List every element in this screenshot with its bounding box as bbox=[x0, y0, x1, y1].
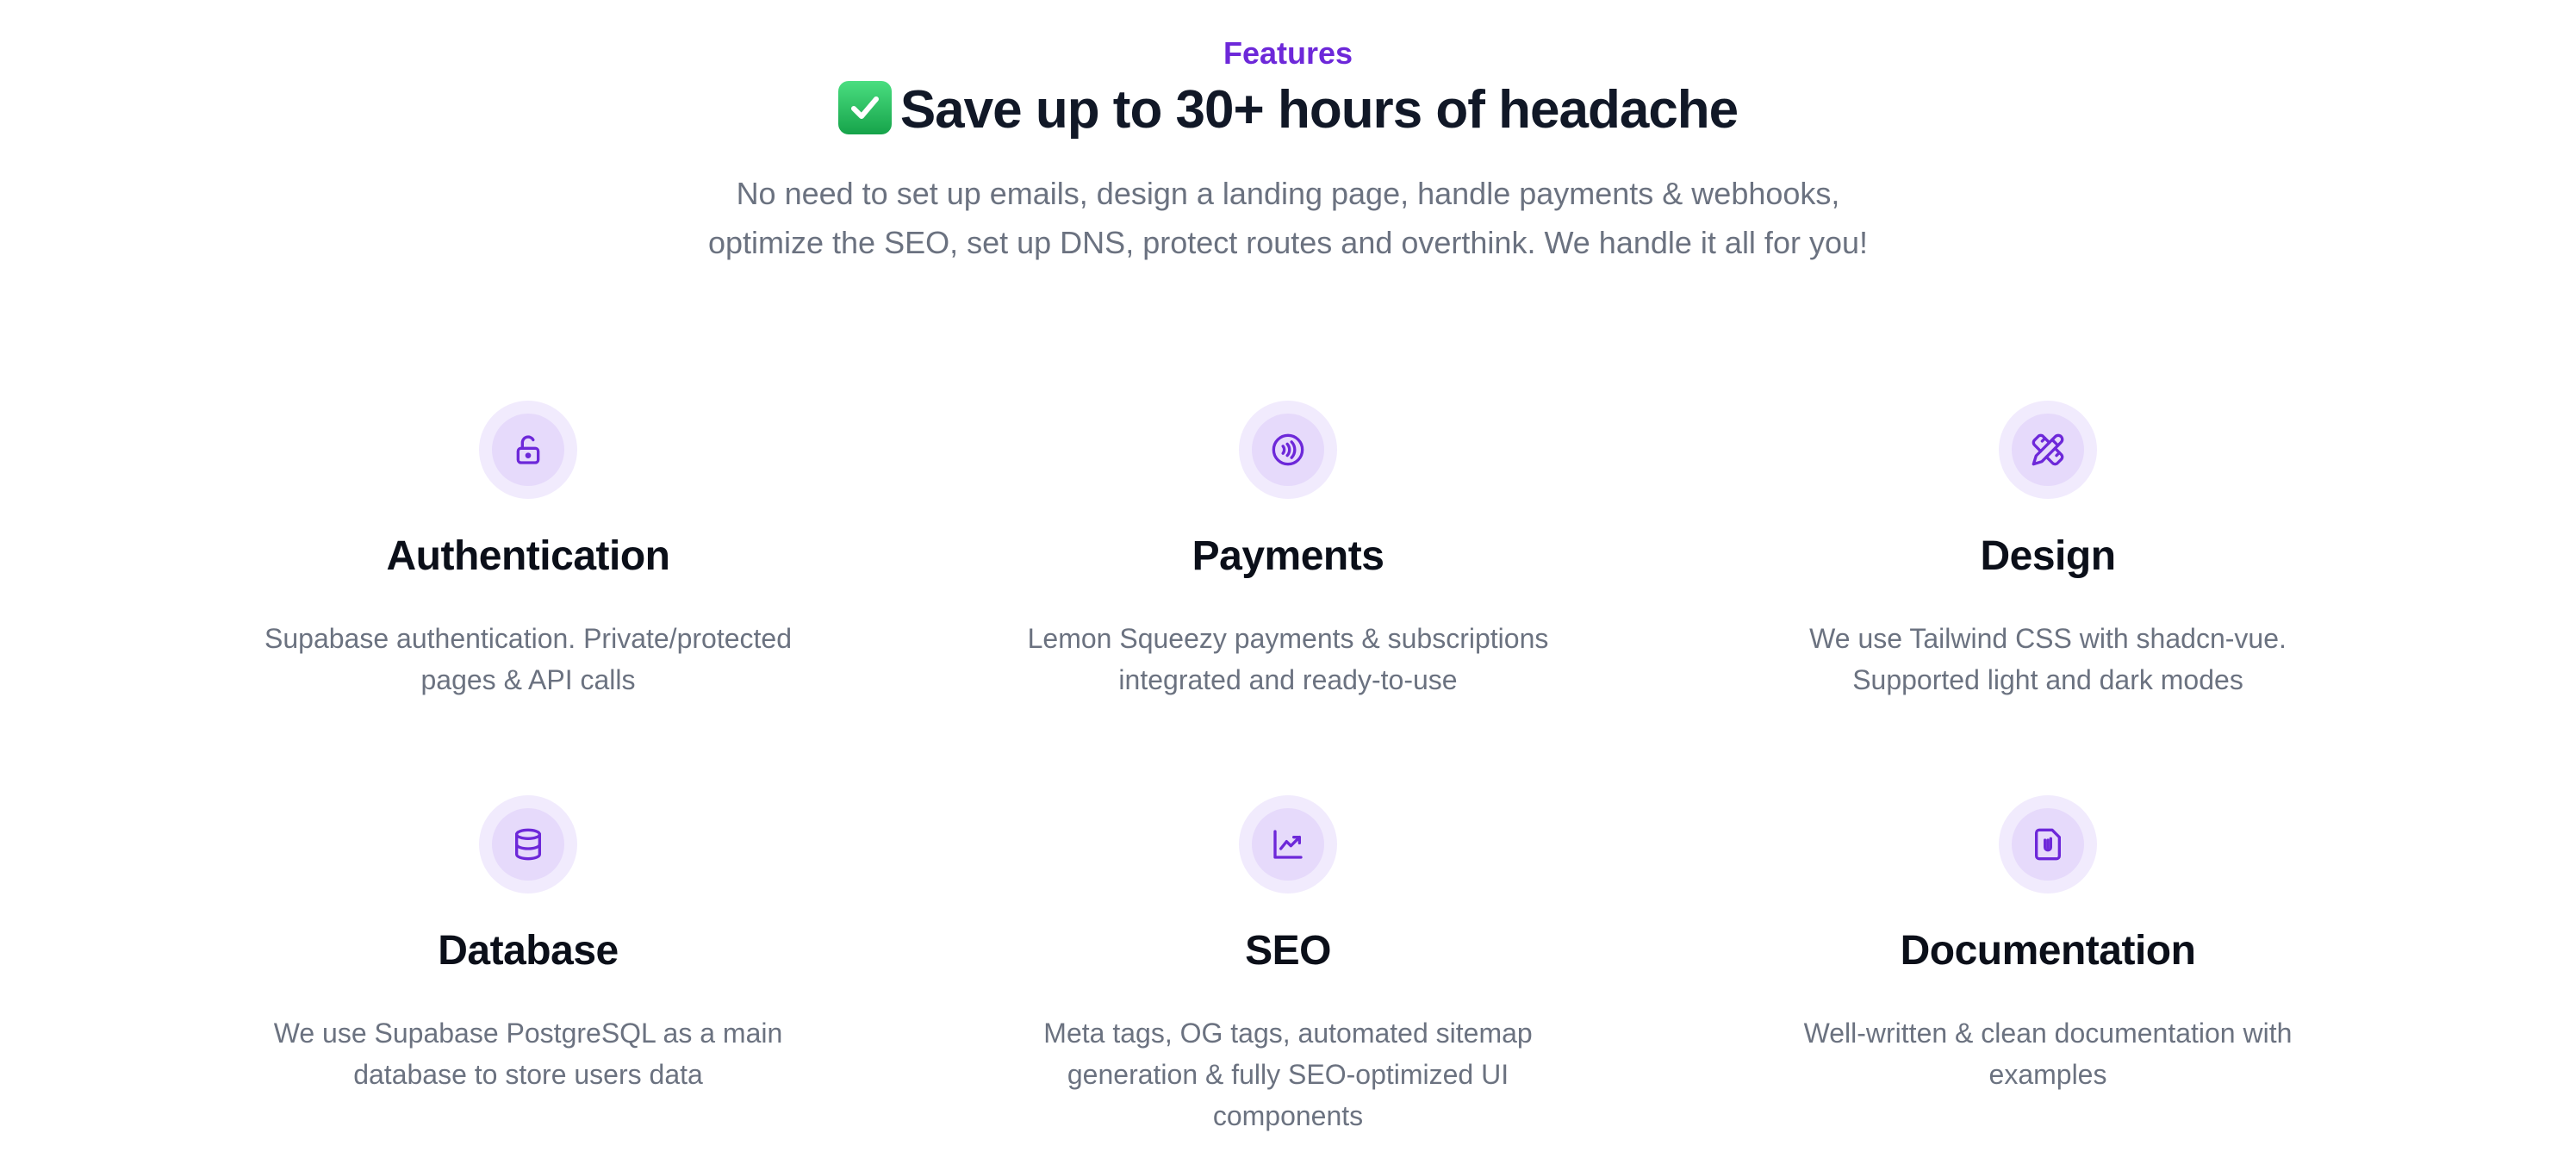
feature-description: Well-written & clean documentation with … bbox=[1803, 1018, 2293, 1090]
feature-title: SEO bbox=[1245, 928, 1331, 974]
trending-chart-icon bbox=[1273, 830, 1303, 859]
feature-title: Payments bbox=[1192, 533, 1384, 579]
pencil-ruler-icon bbox=[2032, 433, 2064, 466]
features-section: Features Save up to 30+ hours of headach… bbox=[0, 0, 2576, 1158]
feature-icon-badge bbox=[479, 401, 577, 499]
feature-description: Supabase authentication. Private/protect… bbox=[264, 623, 792, 695]
feature-title: Design bbox=[1980, 533, 2116, 579]
lock-open-icon bbox=[516, 435, 540, 464]
database-icon bbox=[515, 828, 541, 861]
feature-icon-badge bbox=[479, 795, 577, 893]
feature-icon-badge bbox=[1239, 795, 1337, 893]
feature-title: Documentation bbox=[1900, 928, 2196, 974]
headline-text: Save up to 30+ hours of headache bbox=[899, 80, 1739, 140]
check-mark-icon bbox=[837, 81, 892, 134]
feature-title: Authentication bbox=[386, 533, 670, 579]
feature-description: We use Tailwind CSS with shadcn-vue. Sup… bbox=[1809, 623, 2287, 695]
section-eyebrow: Features bbox=[1223, 35, 1353, 71]
document-attachment-icon bbox=[2035, 828, 2061, 861]
section-headline: Save up to 30+ hours of headache bbox=[0, 76, 2576, 145]
feature-description: Lemon Squeezy payments & subscriptions i… bbox=[1027, 623, 1549, 695]
feature-icon-badge bbox=[1999, 401, 2097, 499]
feature-title: Database bbox=[438, 928, 619, 974]
feature-description: We use Supabase PostgreSQL as a main dat… bbox=[273, 1018, 783, 1090]
contactless-payment-icon bbox=[1272, 433, 1304, 466]
section-subtitle: No need to set up emails, design a landi… bbox=[707, 176, 1868, 260]
feature-icon-badge bbox=[1999, 795, 2097, 893]
feature-icon-badge bbox=[1239, 401, 1337, 499]
feature-description: Meta tags, OG tags, automated sitemap ge… bbox=[1043, 1018, 1533, 1131]
